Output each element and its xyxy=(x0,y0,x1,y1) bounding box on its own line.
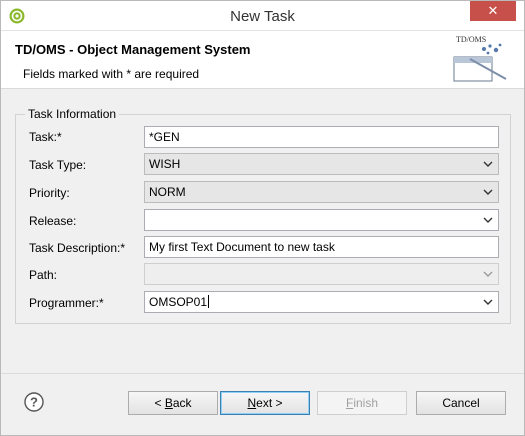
chevron-down-icon xyxy=(483,217,493,223)
wizard-banner: TD/OMS - Object Management System Fields… xyxy=(1,31,524,89)
programmer-combo[interactable]: OMSOP01 xyxy=(144,291,499,313)
finish-button: Finish xyxy=(317,391,407,415)
back-label-rest: ack xyxy=(172,396,192,410)
next-mnemonic: N xyxy=(247,396,257,410)
task-label: Task:* xyxy=(29,130,62,144)
path-select xyxy=(144,263,499,285)
programmer-label: Programmer:* xyxy=(29,296,104,310)
priority-label: Priority: xyxy=(29,186,70,200)
task-description-input[interactable]: My first Text Document to new task xyxy=(144,236,499,258)
back-mnemonic: B xyxy=(164,396,173,410)
text-caret xyxy=(208,295,210,308)
group-label: Task Information xyxy=(25,107,120,121)
task-type-value: WISH xyxy=(149,157,181,171)
logo-text: TD/OMS xyxy=(456,35,486,44)
programmer-value: OMSOP01 xyxy=(149,295,208,309)
new-task-dialog: New Task ✕ TD/OMS - Object Management Sy… xyxy=(0,0,525,436)
release-combo[interactable] xyxy=(144,209,499,231)
footer-separator xyxy=(1,373,524,374)
tdoms-logo: TD/OMS xyxy=(453,35,507,82)
priority-value: NORM xyxy=(149,185,186,199)
chevron-down-icon xyxy=(483,161,493,167)
help-icon[interactable]: ? xyxy=(24,392,44,412)
cancel-button[interactable]: Cancel xyxy=(416,391,506,415)
back-button[interactable]: < Back xyxy=(128,391,218,415)
close-icon: ✕ xyxy=(487,3,499,18)
banner-subtitle: Fields marked with * are required xyxy=(23,67,200,81)
next-button[interactable]: Next > xyxy=(220,391,310,415)
task-type-select[interactable]: WISH xyxy=(144,153,499,175)
chevron-down-icon xyxy=(483,299,493,305)
path-label: Path: xyxy=(29,268,58,282)
chevron-down-icon xyxy=(483,271,493,277)
chevron-down-icon xyxy=(483,189,493,195)
svg-text:?: ? xyxy=(30,395,38,410)
task-description-label: Task Description:* xyxy=(29,241,126,255)
close-button[interactable]: ✕ xyxy=(470,1,516,21)
priority-select[interactable]: NORM xyxy=(144,181,499,203)
banner-title: TD/OMS - Object Management System xyxy=(15,42,251,57)
window-title: New Task xyxy=(230,8,295,25)
task-input[interactable]: *GEN xyxy=(144,126,499,148)
release-label: Release: xyxy=(29,214,77,228)
back-prefix: < xyxy=(154,396,165,410)
next-label-rest: ext > xyxy=(256,396,283,410)
task-type-label: Task Type: xyxy=(29,158,87,172)
title-bar: New Task ✕ xyxy=(1,1,524,31)
finish-label-rest: inish xyxy=(353,396,379,410)
